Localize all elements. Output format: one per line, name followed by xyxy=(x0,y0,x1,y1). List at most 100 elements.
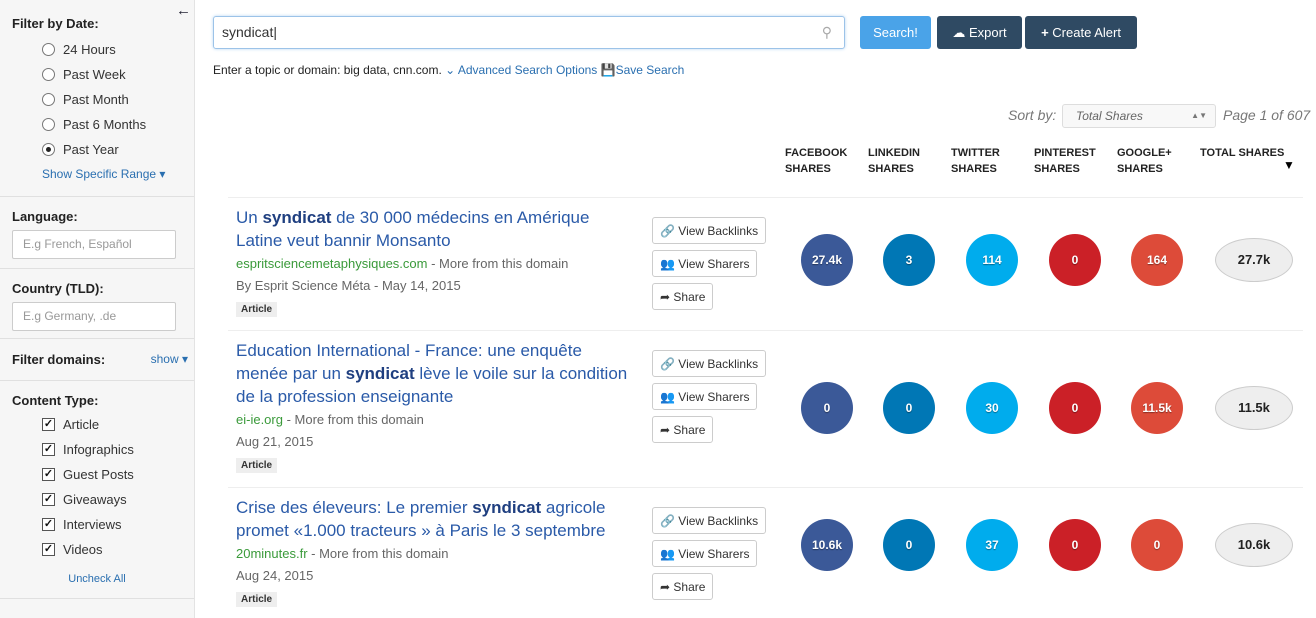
create-alert-button[interactable]: + Create Alert xyxy=(1025,16,1137,49)
total-shares-badge: 11.5k xyxy=(1215,385,1293,430)
result-row: Crise des éleveurs: Le premier syndicat … xyxy=(228,487,1303,618)
content-type-option[interactable]: ✓ Interviews xyxy=(12,512,182,537)
view-sharers-button[interactable]: 👥 View Sharers xyxy=(652,540,758,567)
content-type-option[interactable]: ✓ Videos xyxy=(12,537,182,562)
page-indicator: Page 1 of 607 xyxy=(1223,107,1311,123)
more-from-domain-link[interactable]: - More from this domain xyxy=(308,546,448,561)
date-option[interactable]: Past Year xyxy=(12,137,182,162)
column-header[interactable]: PINTEREST SHARES xyxy=(1034,145,1104,177)
option-label: Past Month xyxy=(63,92,129,107)
content-type-option[interactable]: ✓ Article xyxy=(12,412,182,437)
users-icon: 👥 xyxy=(660,546,675,561)
more-from-domain-link[interactable]: - More from this domain xyxy=(427,256,568,271)
show-domains-link[interactable]: show ▾ xyxy=(151,352,188,380)
share-count-circle: 37 xyxy=(966,518,1018,571)
result-title-link[interactable]: Un syndicat de 30 000 médecins en Amériq… xyxy=(236,206,636,252)
more-from-domain-link[interactable]: - More from this domain xyxy=(283,412,424,427)
link-icon: 🔗 xyxy=(660,223,675,238)
share-count-circle: 27.4k xyxy=(801,233,853,286)
share-count-circle: 0 xyxy=(801,381,853,434)
content-type-badge: Article xyxy=(236,458,278,473)
result-title-link[interactable]: Education International - France: une en… xyxy=(236,339,636,408)
view-sharers-button[interactable]: 👥 View Sharers xyxy=(652,250,758,277)
option-label: Infographics xyxy=(63,442,134,457)
date-option[interactable]: 24 Hours xyxy=(12,37,182,62)
result-domain-link[interactable]: ei-ie.org xyxy=(236,412,283,427)
chevron-down-icon: ⌄ xyxy=(445,63,456,77)
view-backlinks-button[interactable]: 🔗 View Backlinks xyxy=(652,507,767,534)
option-label: Past Week xyxy=(63,67,126,82)
search-hint: Enter a topic or domain: big data, cnn.c… xyxy=(213,63,685,77)
language-input[interactable]: E.g French, Español xyxy=(12,230,176,259)
result-domain-link[interactable]: espritsciencemetaphysiques.com xyxy=(236,256,427,271)
users-icon: 👥 xyxy=(660,256,675,271)
share-button[interactable]: ➦ Share xyxy=(652,416,714,443)
option-label: Giveaways xyxy=(63,492,127,507)
radio-icon[interactable] xyxy=(42,93,55,106)
share-count-circle: 164 xyxy=(1131,233,1183,286)
result-title-link[interactable]: Crise des éleveurs: Le premier syndicat … xyxy=(236,496,636,542)
sidebar: ← Filter by Date: 24 Hours Past Week Past … xyxy=(0,0,195,618)
sort-select[interactable]: Total Shares ▲▼ xyxy=(1062,104,1216,128)
show-specific-range-link[interactable]: Show Specific Range ▾ xyxy=(42,167,165,181)
radio-icon[interactable] xyxy=(42,43,55,56)
country-title: Country (TLD): xyxy=(12,281,104,296)
date-option[interactable]: Past 6 Months xyxy=(12,112,182,137)
link-icon: 🔗 xyxy=(660,356,675,371)
filter-domains-title: Filter domains: xyxy=(12,352,106,367)
option-label: Past Year xyxy=(63,142,119,157)
export-button[interactable]: ☁ Export xyxy=(937,16,1022,49)
save-icon: 💾 xyxy=(600,63,616,77)
sort-desc-icon[interactable]: ▼ xyxy=(1283,158,1295,172)
radio-icon[interactable] xyxy=(42,143,55,156)
radio-icon[interactable] xyxy=(42,68,55,81)
sort-label: Sort by: xyxy=(1008,107,1057,123)
column-header[interactable]: GOOGLE+ SHARES xyxy=(1117,145,1187,177)
advanced-search-link[interactable]: ⌄ Advanced Search Options xyxy=(445,63,597,77)
uncheck-all-link[interactable]: Uncheck All xyxy=(68,573,125,585)
column-header[interactable]: TWITTER SHARES xyxy=(951,145,1021,177)
search-input[interactable]: syndicat| ⚲ xyxy=(213,16,845,49)
share-button[interactable]: ➦ Share xyxy=(652,573,714,600)
search-button[interactable]: Search! xyxy=(860,16,931,49)
date-option[interactable]: Past Month xyxy=(12,87,182,112)
share-button[interactable]: ➦ Share xyxy=(652,283,714,310)
view-backlinks-button[interactable]: 🔗 View Backlinks xyxy=(652,350,767,377)
option-label: Article xyxy=(63,417,100,432)
checkbox-checked-icon[interactable]: ✓ xyxy=(42,493,55,506)
content-type-option[interactable]: ✓ Guest Posts xyxy=(12,462,182,487)
checkbox-checked-icon[interactable]: ✓ xyxy=(42,543,55,556)
save-search-link[interactable]: 💾Save Search xyxy=(601,63,685,77)
country-input[interactable]: E.g Germany, .de xyxy=(12,302,176,331)
share-count-circle: 0 xyxy=(1049,233,1101,286)
cloud-download-icon: ☁ xyxy=(952,24,966,40)
filter-date-title: Filter by Date: xyxy=(12,16,99,31)
share-icon: ➦ xyxy=(660,289,671,304)
search-icon: ⚲ xyxy=(821,24,832,40)
total-shares-badge: 27.7k xyxy=(1215,237,1293,282)
collapse-sidebar-icon[interactable]: ← xyxy=(176,2,191,19)
content-type-badge: Article xyxy=(236,592,278,607)
result-row: Education International - France: une en… xyxy=(228,330,1303,487)
column-header[interactable]: LINKEDIN SHARES xyxy=(868,145,938,177)
date-option[interactable]: Past Week xyxy=(12,62,182,87)
column-header[interactable]: FACEBOOK SHARES xyxy=(785,145,855,177)
checkbox-checked-icon[interactable]: ✓ xyxy=(42,418,55,431)
link-icon: 🔗 xyxy=(660,513,675,528)
checkbox-checked-icon[interactable]: ✓ xyxy=(42,468,55,481)
content-type-option[interactable]: ✓ Giveaways xyxy=(12,487,182,512)
language-title: Language: xyxy=(12,209,78,224)
share-count-circle: 0 xyxy=(883,381,935,434)
checkbox-checked-icon[interactable]: ✓ xyxy=(42,518,55,531)
view-backlinks-button[interactable]: 🔗 View Backlinks xyxy=(652,217,767,244)
radio-icon[interactable] xyxy=(42,118,55,131)
content-type-option[interactable]: ✓ Infographics xyxy=(12,437,182,462)
option-label: Guest Posts xyxy=(63,467,134,482)
option-label: 24 Hours xyxy=(63,42,116,57)
result-domain-link[interactable]: 20minutes.fr xyxy=(236,546,308,561)
users-icon: 👥 xyxy=(660,389,675,404)
column-header[interactable]: TOTAL SHARES xyxy=(1200,145,1290,161)
checkbox-checked-icon[interactable]: ✓ xyxy=(42,443,55,456)
share-count-circle: 0 xyxy=(1049,518,1101,571)
view-sharers-button[interactable]: 👥 View Sharers xyxy=(652,383,758,410)
